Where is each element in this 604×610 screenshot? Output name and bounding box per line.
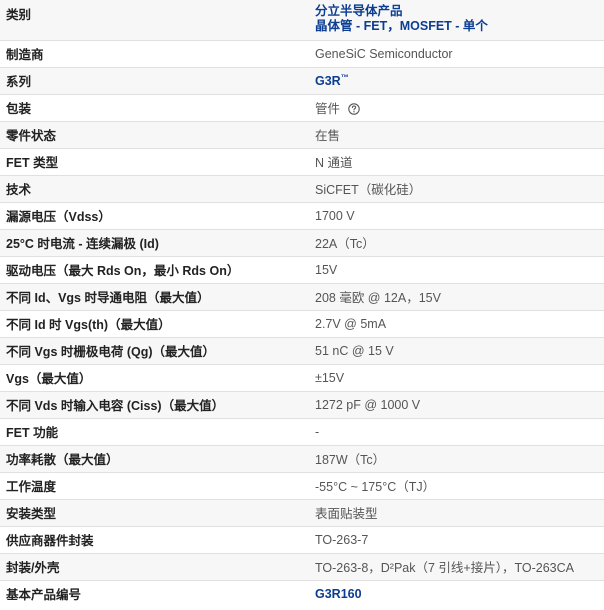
table-row: 供应商器件封装 TO-263-7 — [0, 525, 604, 553]
trademark-mark: ™ — [340, 73, 349, 82]
packaging-text: 管件 — [315, 102, 341, 116]
attr-label-package-case: 封装/外壳 — [0, 552, 309, 580]
table-row: 不同 Id 时 Vgs(th)（最大值） 2.7V @ 5mA — [0, 309, 604, 337]
attr-value-category: 分立半导体产品 晶体管 - FET，MOSFET - 单个 — [309, 0, 604, 40]
attr-label-packaging: 包装 — [0, 93, 309, 121]
attr-value-package-case: TO-263-8，D²Pak（7 引线+接片），TO-263CA — [309, 552, 604, 580]
attr-label-drive-voltage: 驱动电压（最大 Rds On，最小 Rds On） — [0, 255, 309, 283]
category-link-mosfet[interactable]: 晶体管 - FET，MOSFET - 单个 — [315, 19, 598, 34]
table-row: 基本产品编号 G3R160 — [0, 579, 604, 607]
attr-label-part-status: 零件状态 — [0, 120, 309, 148]
table-row: 包装 管件 — [0, 93, 604, 121]
attr-label-current-id: 25°C 时电流 - 连续漏极 (Id) — [0, 228, 309, 256]
table-row: FET 功能 - — [0, 417, 604, 445]
attr-label-base-part-number: 基本产品编号 — [0, 579, 309, 607]
help-circle-icon[interactable] — [347, 103, 360, 115]
table-row: 不同 Vds 时输入电容 (Ciss)（最大值） 1272 pF @ 1000 … — [0, 390, 604, 418]
attr-value-vgs-th: 2.7V @ 5mA — [309, 309, 604, 337]
attr-label-gate-charge: 不同 Vgs 时栅极电荷 (Qg)（最大值） — [0, 336, 309, 364]
attr-label-power-dissipation: 功率耗散（最大值） — [0, 444, 309, 472]
attr-label-series: 系列 — [0, 66, 309, 94]
attr-label-vgs-max: Vgs（最大值） — [0, 363, 309, 391]
attr-label-manufacturer: 制造商 — [0, 39, 309, 67]
attr-label-fet-type: FET 类型 — [0, 147, 309, 175]
table-row: 不同 Vgs 时栅极电荷 (Qg)（最大值） 51 nC @ 15 V — [0, 336, 604, 364]
table-row: 驱动电压（最大 Rds On，最小 Rds On） 15V — [0, 255, 604, 283]
table-row: 零件状态 在售 — [0, 120, 604, 148]
series-link[interactable]: G3R™ — [315, 73, 349, 88]
attr-label-supplier-package: 供应商器件封装 — [0, 525, 309, 553]
attr-value-power-dissipation: 187W（Tc） — [309, 444, 604, 472]
attr-value-input-capacitance: 1272 pF @ 1000 V — [309, 390, 604, 418]
attr-value-packaging: 管件 — [309, 93, 604, 121]
table-row: 25°C 时电流 - 连续漏极 (Id) 22A（Tc） — [0, 228, 604, 256]
table-row: 类别 分立半导体产品 晶体管 - FET，MOSFET - 单个 — [0, 0, 604, 40]
base-part-number-link[interactable]: G3R160 — [315, 587, 362, 601]
attr-label-input-capacitance: 不同 Vds 时输入电容 (Ciss)（最大值） — [0, 390, 309, 418]
attr-value-fet-type: N 通道 — [309, 147, 604, 175]
attr-value-fet-feature: - — [309, 417, 604, 445]
table-row: FET 类型 N 通道 — [0, 147, 604, 175]
attr-value-vgs-max: ±15V — [309, 363, 604, 391]
attr-value-current-id: 22A（Tc） — [309, 228, 604, 256]
table-row: 工作温度 -55°C ~ 175°C（TJ） — [0, 471, 604, 499]
attr-label-vdss: 漏源电压（Vdss） — [0, 201, 309, 229]
table-row: 封装/外壳 TO-263-8，D²Pak（7 引线+接片），TO-263CA — [0, 552, 604, 580]
table-row: 制造商 GeneSiC Semiconductor — [0, 39, 604, 67]
attr-label-operating-temp: 工作温度 — [0, 471, 309, 499]
attr-label-fet-feature: FET 功能 — [0, 417, 309, 445]
series-text: G3R — [315, 74, 341, 88]
attr-value-vdss: 1700 V — [309, 201, 604, 229]
attr-label-category: 类别 — [0, 0, 309, 40]
attr-value-technology: SiCFET（碳化硅） — [309, 174, 604, 202]
attr-label-vgs-th: 不同 Id 时 Vgs(th)（最大值） — [0, 309, 309, 337]
attr-value-mounting-type: 表面贴装型 — [309, 498, 604, 526]
table-row: 漏源电压（Vdss） 1700 V — [0, 201, 604, 229]
table-row: 安装类型 表面贴装型 — [0, 498, 604, 526]
attr-value-base-part-number: G3R160 — [309, 579, 604, 607]
attr-label-rds-on: 不同 Id、Vgs 时导通电阻（最大值） — [0, 282, 309, 310]
table-row: 系列 G3R™ — [0, 66, 604, 94]
table-row: 不同 Id、Vgs 时导通电阻（最大值） 208 毫欧 @ 12A，15V — [0, 282, 604, 310]
attr-value-manufacturer: GeneSiC Semiconductor — [309, 39, 604, 67]
attr-value-operating-temp: -55°C ~ 175°C（TJ） — [309, 471, 604, 499]
attr-label-technology: 技术 — [0, 174, 309, 202]
attr-value-series: G3R™ — [309, 66, 604, 94]
attr-value-rds-on: 208 毫欧 @ 12A，15V — [309, 282, 604, 310]
attr-value-part-status: 在售 — [309, 120, 604, 148]
attr-value-drive-voltage: 15V — [309, 255, 604, 283]
table-row: 技术 SiCFET（碳化硅） — [0, 174, 604, 202]
category-link-discrete[interactable]: 分立半导体产品 — [315, 4, 598, 19]
attr-label-mounting-type: 安装类型 — [0, 498, 309, 526]
attr-value-supplier-package: TO-263-7 — [309, 525, 604, 553]
product-attributes-table: 类别 分立半导体产品 晶体管 - FET，MOSFET - 单个 制造商 Gen… — [0, 0, 604, 607]
attr-value-gate-charge: 51 nC @ 15 V — [309, 336, 604, 364]
table-row: 功率耗散（最大值） 187W（Tc） — [0, 444, 604, 472]
table-row: Vgs（最大值） ±15V — [0, 363, 604, 391]
